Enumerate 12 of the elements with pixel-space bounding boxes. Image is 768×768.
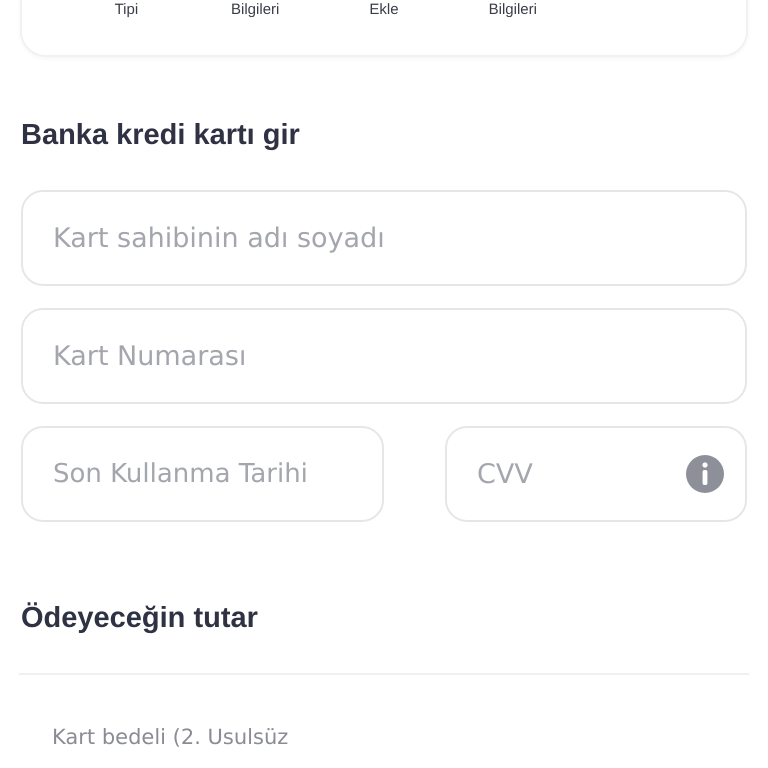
step-label: Tipi [114,0,140,20]
card-number-field[interactable]: Kart Numarası [21,308,747,404]
section-title: Banka kredi kartı gir [21,119,301,152]
cvv-field[interactable]: CVV [445,426,747,522]
fee-label: Kart bedeli (2. Usulsüz [52,725,288,749]
step-label: Bilgileri [488,0,538,20]
section-title: Ödeyeceğin tutar [21,602,259,635]
step-label: Bilgileri [230,0,280,20]
step-label: Ekle [368,0,400,20]
info-icon[interactable] [685,454,725,494]
cardholder-name-field[interactable]: Kart sahibinin adı soyadı [21,190,747,286]
expiry-date-field[interactable]: Son Kullanma Tarihi [21,426,384,522]
